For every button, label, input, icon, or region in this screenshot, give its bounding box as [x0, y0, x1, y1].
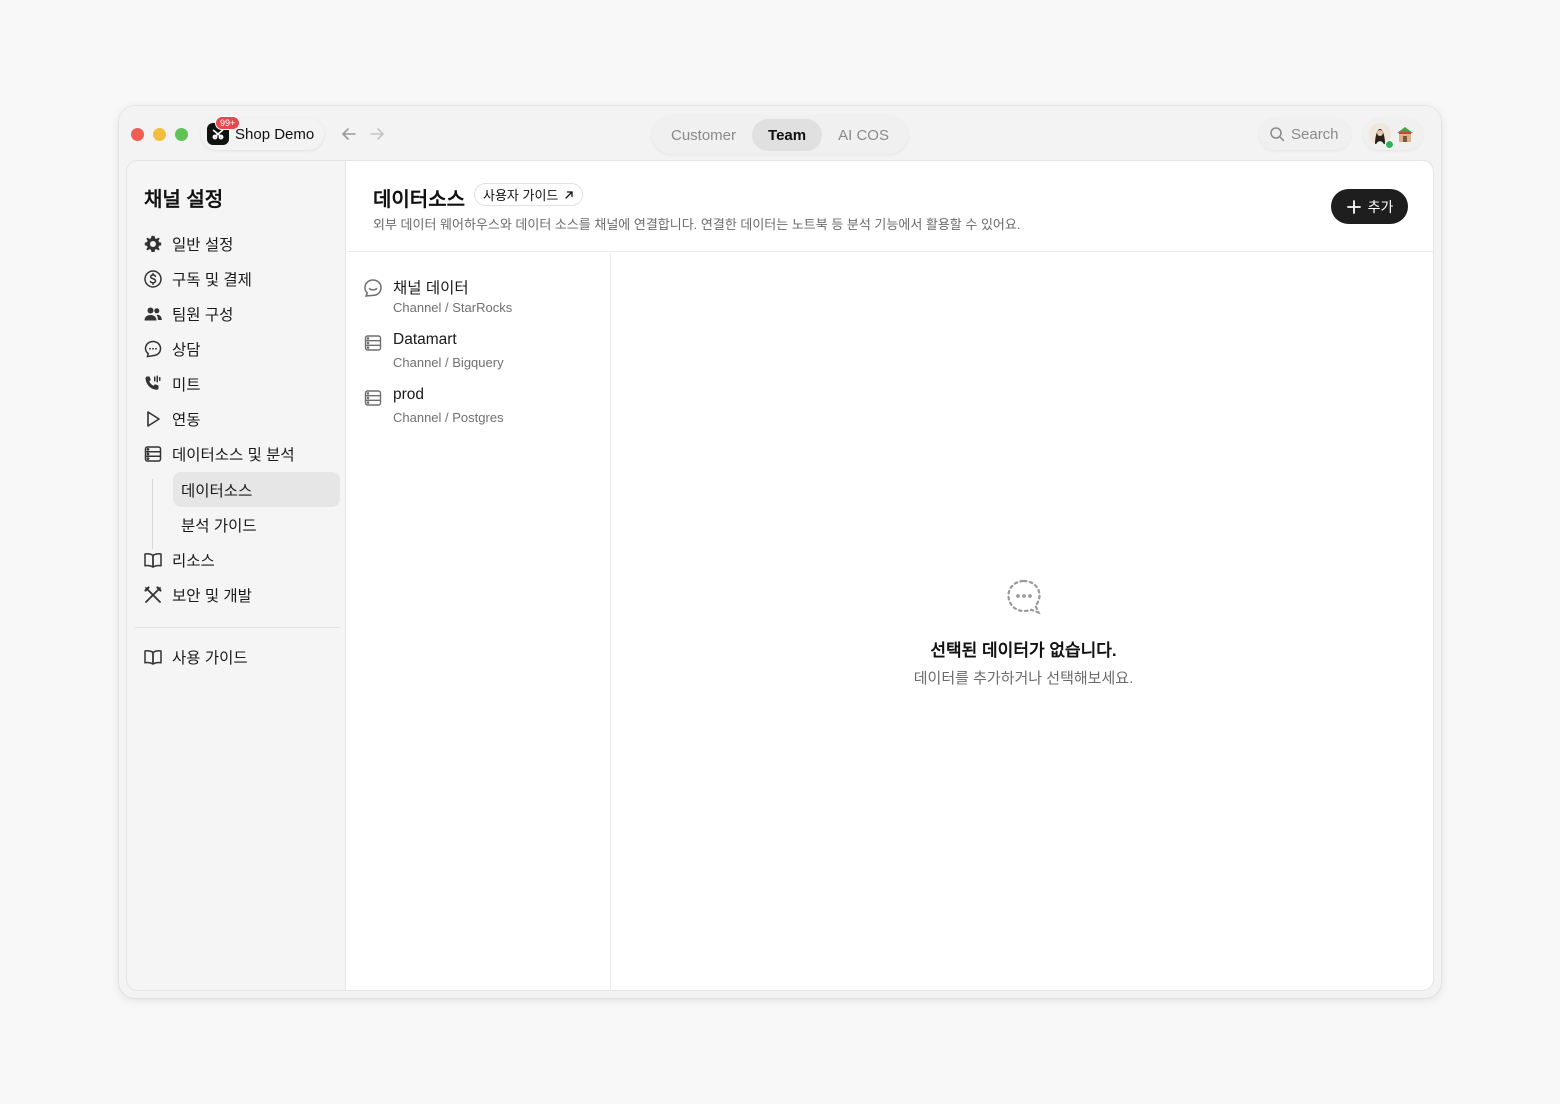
book-icon [144, 649, 162, 665]
tools-icon [144, 585, 162, 603]
sidebar-item-label: 일반 설정 [172, 236, 234, 254]
forward-arrow-icon[interactable] [367, 124, 387, 144]
channel-switcher[interactable]: 99+ Shop Demo [201, 116, 325, 150]
settings-sidebar: 채널 설정 일반 설정 구독 및 결제 팀원 구성 상담 미트 연동 데이터소스… [127, 161, 346, 990]
empty-chat-icon [1007, 579, 1041, 615]
channel-logo-icon: 99+ [207, 116, 241, 145]
minimize-window-button[interactable] [153, 128, 166, 141]
chat-bubble-icon [144, 340, 162, 358]
datasource-type: Channel / Postgres [393, 410, 504, 425]
mode-tabs: Customer Team AI COS [652, 116, 908, 154]
maximize-window-button[interactable] [175, 128, 188, 141]
list-item[interactable]: prod Channel / Postgres [363, 385, 603, 435]
plus-icon [1346, 199, 1361, 214]
sidebar-item-resources[interactable]: 리소스 [137, 542, 339, 577]
tab-team[interactable]: Team [752, 119, 823, 151]
people-icon [144, 307, 162, 320]
add-button-label: 추가 [1367, 198, 1394, 215]
search-label: Search [1291, 125, 1339, 143]
database-icon [364, 335, 382, 351]
external-arrow-icon [565, 190, 574, 199]
search-icon [1270, 127, 1285, 142]
user-guide-label: 사용자 가이드 [483, 188, 559, 203]
sidebar-item-meet[interactable]: 미트 [137, 366, 339, 401]
sidebar-item-label: 리소스 [172, 552, 215, 570]
back-arrow-icon[interactable] [339, 124, 359, 144]
account-menu[interactable] [1363, 118, 1423, 150]
main-panel: 채널 설정 일반 설정 구독 및 결제 팀원 구성 상담 미트 연동 데이터소스… [126, 160, 1434, 991]
datasource-type: Channel / StarRocks [393, 300, 513, 315]
search-button[interactable]: Search [1259, 118, 1351, 150]
online-status-dot [1385, 140, 1394, 149]
sidebar-item-integration[interactable]: 연동 [137, 401, 339, 436]
sidebar-item-datasource-analytics[interactable]: 데이터소스 및 분석 [137, 436, 339, 471]
sidebar-item-label: 보안 및 개발 [172, 587, 252, 605]
database-icon [364, 390, 382, 406]
sidebar-item-label: 사용 가이드 [172, 649, 248, 667]
sidebar-item-label: 상담 [172, 341, 201, 359]
shop-house-icon [1397, 127, 1413, 142]
sidebar-item-label: 연동 [172, 411, 201, 429]
dollar-circle-icon [144, 269, 162, 288]
sidebar-item-billing[interactable]: 구독 및 결제 [137, 261, 339, 296]
gear-icon [144, 235, 162, 252]
sidebar-item-label: 미트 [172, 376, 201, 394]
datasource-type: Channel / Bigquery [393, 355, 504, 370]
submenu-guide-line [152, 479, 153, 549]
sidebar-item-user-guide[interactable]: 사용 가이드 [137, 639, 339, 674]
datasource-name: Datamart [393, 331, 457, 348]
datasource-name: 채널 데이터 [393, 280, 469, 297]
sidebar-item-security-dev[interactable]: 보안 및 개발 [137, 577, 339, 612]
play-icon [147, 410, 160, 427]
sidebar-item-label: 구독 및 결제 [172, 271, 252, 289]
sidebar-item-team[interactable]: 팀원 구성 [137, 296, 339, 331]
sidebar-item-label: 데이터소스 및 분석 [172, 446, 295, 464]
book-icon [144, 552, 162, 568]
empty-state-title: 선택된 데이터가 없습니다. [930, 641, 1117, 660]
channel-name: Shop Demo [235, 125, 315, 143]
sidebar-item-general[interactable]: 일반 설정 [137, 226, 339, 261]
page-description: 외부 데이터 웨어하우스와 데이터 소스를 채널에 연결합니다. 연결한 데이터… [373, 217, 1021, 232]
sidebar-item-chat[interactable]: 상담 [137, 331, 339, 366]
empty-state: 선택된 데이터가 없습니다. 데이터를 추가하거나 선택해보세요. [612, 253, 1433, 990]
tab-customer[interactable]: Customer [655, 119, 752, 151]
sidebar-subitem-datasource[interactable]: 데이터소스 [173, 472, 340, 507]
database-icon [144, 445, 162, 462]
sidebar-divider [135, 627, 340, 628]
user-guide-link[interactable]: 사용자 가이드 [474, 183, 584, 206]
tab-ai-cos[interactable]: AI COS [822, 119, 905, 151]
list-item[interactable]: 채널 데이터 Channel / StarRocks [363, 275, 603, 325]
titlebar: 99+ Shop Demo Customer Team AI COS Searc… [119, 106, 1441, 162]
sidebar-item-label: 팀원 구성 [172, 306, 234, 324]
list-item[interactable]: Datamart Channel / Bigquery [363, 330, 603, 380]
content-header: 데이터소스 사용자 가이드 외부 데이터 웨어하우스와 데이터 소스를 채널에 … [347, 161, 1433, 252]
channel-logo-icon [364, 279, 382, 297]
phone-icon [145, 375, 161, 390]
app-window: 99+ Shop Demo Customer Team AI COS Searc… [119, 106, 1441, 998]
close-window-button[interactable] [131, 128, 144, 141]
add-datasource-button[interactable]: 추가 [1331, 189, 1408, 224]
datasource-list: 채널 데이터 Channel / StarRocks Datamart Chan… [347, 253, 611, 990]
notification-badge: 99+ [215, 116, 241, 130]
sidebar-subitem-analysis-guide[interactable]: 분석 가이드 [173, 507, 340, 542]
page-title: 데이터소스 [373, 189, 465, 211]
empty-state-description: 데이터를 추가하거나 선택해보세요. [913, 670, 1134, 687]
sidebar-title: 채널 설정 [144, 189, 224, 211]
datasource-name: prod [393, 386, 425, 403]
